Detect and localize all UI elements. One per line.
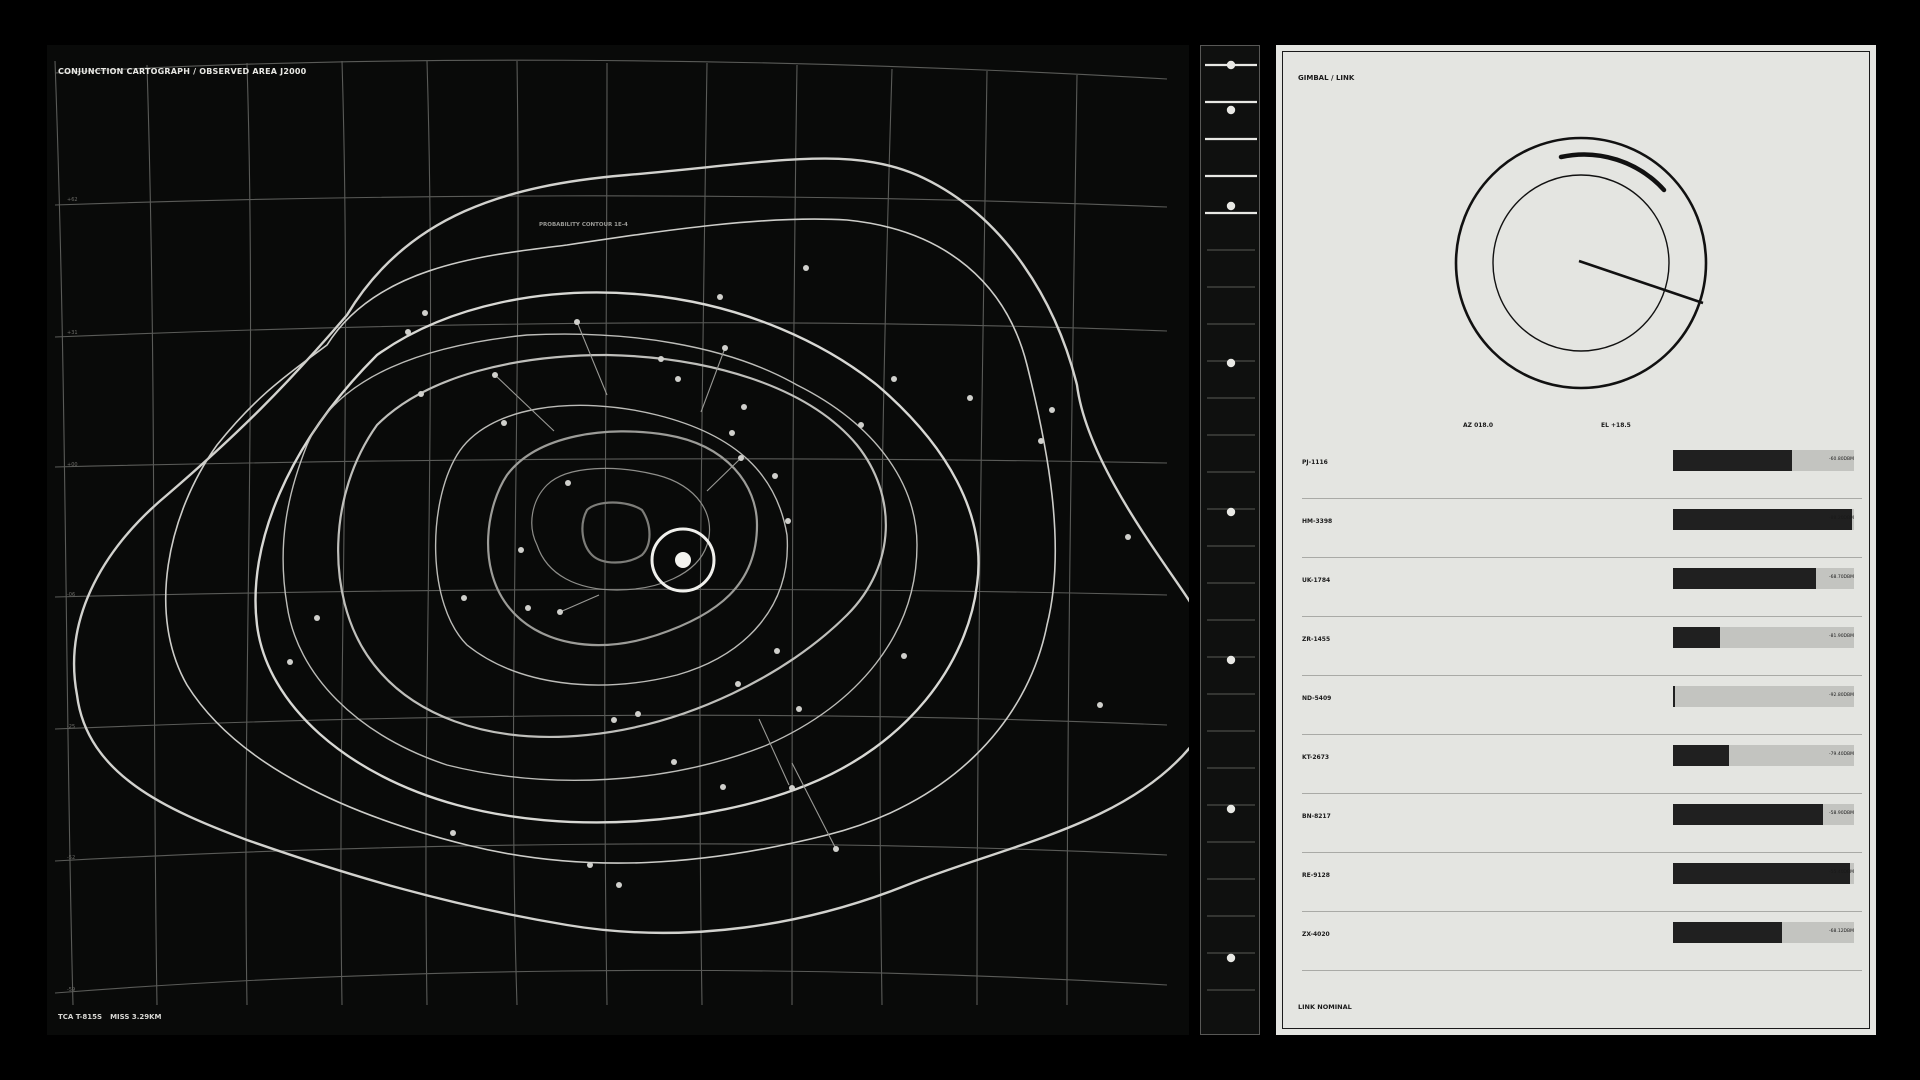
link-row[interactable]: ZX-4020 -68.12DBM bbox=[1302, 912, 1862, 971]
contour-outer bbox=[72, 157, 1189, 935]
link-value: -58.90DBM bbox=[1829, 811, 1854, 816]
elevation-readout: EL +18.5 bbox=[1601, 422, 1631, 429]
contour-3 bbox=[254, 291, 980, 824]
scrubber-marker[interactable] bbox=[1226, 655, 1236, 665]
link-id: PJ-1116 bbox=[1302, 459, 1328, 466]
scrubber-marker[interactable] bbox=[1226, 507, 1236, 517]
azimuth-readout: AZ 018.0 bbox=[1463, 422, 1494, 429]
probability-contour-label: PROBABILITY CONTOUR 1E-4 bbox=[539, 222, 628, 228]
link-value: -55.40DBM bbox=[1829, 870, 1854, 875]
link-strength-fill bbox=[1673, 568, 1816, 589]
gimbal-arc-indicator bbox=[1558, 152, 1667, 193]
link-value: -79.40DBM bbox=[1829, 752, 1854, 757]
link-id: BN-8217 bbox=[1302, 813, 1331, 820]
link-id: RE-9128 bbox=[1302, 872, 1330, 879]
link-id: KT-2673 bbox=[1302, 754, 1330, 761]
lat-label: +31 bbox=[67, 330, 78, 336]
link-value: -92.80DBM bbox=[1829, 693, 1854, 698]
link-row[interactable]: ZR-1455 -81.90DBM bbox=[1302, 617, 1862, 676]
link-strength-bar: -55.40DBM bbox=[1673, 863, 1854, 884]
contour-5 bbox=[337, 353, 887, 738]
timeline-scrubber-track[interactable] bbox=[1201, 46, 1261, 1036]
link-strength-fill bbox=[1673, 922, 1782, 943]
lat-label: -06 bbox=[67, 592, 76, 598]
link-row[interactable]: RE-9128 -55.40DBM bbox=[1302, 853, 1862, 912]
lat-label: -52 bbox=[67, 855, 76, 861]
lat-label: -25 bbox=[67, 724, 76, 730]
link-strength-fill bbox=[1673, 627, 1721, 648]
link-strength-bar: -79.40DBM bbox=[1673, 745, 1854, 766]
gimbal-panel-frame: GIMBAL / LINK AZ 018.0 EL +18.5 PJ-1116 -… bbox=[1282, 51, 1870, 1029]
map-title: CONJUNCTION CARTOGRAPH / OBSERVED AREA J… bbox=[58, 67, 307, 76]
link-strength-bar: -81.90DBM bbox=[1673, 627, 1854, 648]
target-reticle-icon[interactable] bbox=[650, 527, 716, 593]
link-row[interactable]: ND-5409 -92.80DBM bbox=[1302, 676, 1862, 735]
lat-label: +00 bbox=[67, 462, 78, 468]
link-row[interactable]: KT-2673 -79.40DBM bbox=[1302, 735, 1862, 794]
gimbal-dial[interactable] bbox=[1451, 133, 1711, 393]
scrubber-marker[interactable] bbox=[1226, 804, 1236, 814]
gimbal-link-panel: GIMBAL / LINK AZ 018.0 EL +18.5 PJ-1116 -… bbox=[1276, 45, 1876, 1035]
link-strength-bar: -88.20DBM bbox=[1673, 509, 1854, 530]
link-strength-fill bbox=[1673, 745, 1730, 766]
link-value: -60.80DBM bbox=[1829, 457, 1854, 462]
link-value: -81.90DBM bbox=[1829, 634, 1854, 639]
link-id: HM-3398 bbox=[1302, 518, 1333, 525]
scrubber-ticks bbox=[1205, 60, 1257, 991]
scrubber-marker[interactable] bbox=[1226, 953, 1236, 963]
scrubber-marker[interactable] bbox=[1226, 201, 1236, 211]
timeline-scrubber[interactable] bbox=[1200, 45, 1260, 1035]
link-row[interactable]: BN-8217 -58.90DBM bbox=[1302, 794, 1862, 853]
link-strength-fill bbox=[1673, 804, 1824, 825]
link-strength-fill bbox=[1673, 686, 1675, 707]
map-footer: TCA T-815S MISS 3.29KM bbox=[58, 1013, 162, 1021]
link-id: UK-1784 bbox=[1302, 577, 1331, 584]
tca-readout: TCA T-815S bbox=[58, 1013, 103, 1021]
miss-distance-readout: MISS 3.29KM bbox=[110, 1013, 162, 1021]
gimbal-azimuth-needle bbox=[1578, 259, 1704, 305]
scrubber-marker[interactable] bbox=[1226, 358, 1236, 368]
link-id: ZR-1455 bbox=[1302, 636, 1331, 643]
link-id: ND-5409 bbox=[1302, 695, 1332, 702]
link-list: PJ-1116 -60.80DBM HM-3398 -88.20DBM UK-1784 -… bbox=[1302, 440, 1862, 971]
link-strength-fill bbox=[1673, 450, 1793, 471]
probability-contours bbox=[72, 157, 1189, 935]
link-strength-bar: -60.80DBM bbox=[1673, 450, 1854, 471]
link-row[interactable]: PJ-1116 -60.80DBM bbox=[1302, 440, 1862, 499]
scrubber-marker[interactable] bbox=[1226, 60, 1236, 70]
link-status: LINK NOMINAL bbox=[1298, 1003, 1352, 1011]
contour-2 bbox=[164, 218, 1057, 864]
conjunction-map-panel[interactable]: CONJUNCTION CARTOGRAPH / OBSERVED AREA J… bbox=[47, 45, 1189, 1035]
link-row[interactable]: UK-1784 -68.70DBM bbox=[1302, 558, 1862, 617]
link-strength-fill bbox=[1673, 509, 1853, 530]
link-strength-fill bbox=[1673, 863, 1851, 884]
gimbal-title: GIMBAL / LINK bbox=[1298, 74, 1355, 82]
contour-4 bbox=[282, 333, 918, 781]
link-row[interactable]: HM-3398 -88.20DBM bbox=[1302, 499, 1862, 558]
link-strength-bar: -92.80DBM bbox=[1673, 686, 1854, 707]
link-strength-bar: -68.70DBM bbox=[1673, 568, 1854, 589]
link-id: ZX-4020 bbox=[1302, 931, 1330, 938]
lat-label: -59 bbox=[67, 987, 76, 993]
link-strength-bar: -58.90DBM bbox=[1673, 804, 1854, 825]
map-longitude-grid bbox=[54, 60, 1078, 1006]
contour-7 bbox=[486, 430, 759, 647]
contour-inner bbox=[581, 501, 651, 564]
link-value: -88.20DBM bbox=[1829, 516, 1854, 521]
lat-label: +62 bbox=[67, 197, 78, 203]
scrubber-marker[interactable] bbox=[1226, 105, 1236, 115]
conjunction-map-canvas[interactable] bbox=[47, 45, 1189, 1035]
link-strength-bar: -68.12DBM bbox=[1673, 922, 1854, 943]
link-value: -68.70DBM bbox=[1829, 575, 1854, 580]
link-value: -68.12DBM bbox=[1829, 929, 1854, 934]
